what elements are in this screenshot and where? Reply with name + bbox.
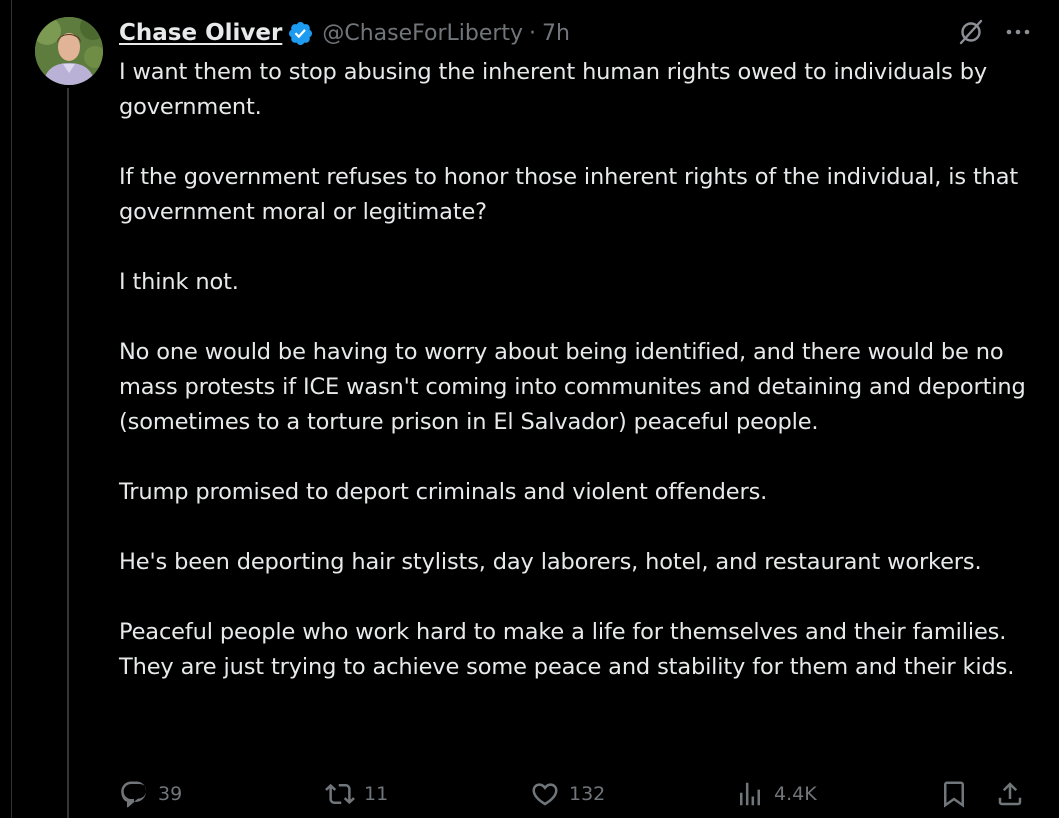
tweet-paragraph: I want them to stop abusing the inherent… — [119, 59, 995, 120]
repost-icon — [325, 779, 355, 809]
like-icon — [530, 779, 560, 809]
views-icon — [735, 779, 765, 809]
author-name[interactable]: Chase Oliver — [119, 20, 282, 46]
views-button[interactable]: 4.4K — [735, 776, 817, 812]
repost-button[interactable]: 11 — [325, 776, 388, 812]
bookmark-icon — [939, 779, 969, 809]
bookmark-button[interactable] — [939, 776, 969, 812]
like-button[interactable]: 132 — [530, 776, 605, 812]
timeline-border — [11, 0, 12, 818]
tweet-paragraph: No one would be having to worry about be… — [119, 339, 1033, 435]
tweet-paragraph: I think not. — [119, 269, 239, 295]
verified-badge-icon[interactable] — [287, 20, 314, 47]
reply-icon — [119, 779, 149, 809]
more-icon[interactable] — [1005, 28, 1031, 36]
avatar[interactable] — [35, 17, 103, 85]
tweet-paragraph: If the government refuses to honor those… — [119, 164, 1026, 225]
like-count: 132 — [569, 783, 606, 805]
share-icon — [995, 779, 1025, 809]
tweet-text: I want them to stop abusing the inherent… — [119, 55, 1039, 685]
separator-dot: · — [529, 20, 537, 46]
reply-button[interactable]: 39 — [119, 776, 182, 812]
timestamp[interactable]: 7h — [542, 21, 570, 46]
tweet-actions: 39 11 132 4.4K — [119, 776, 1031, 812]
share-button[interactable] — [995, 776, 1025, 812]
grok-icon[interactable] — [957, 18, 985, 46]
views-count: 4.4K — [774, 783, 817, 805]
tweet-paragraph: Peaceful people who work hard to make a … — [119, 619, 1015, 680]
avatar-photo — [35, 17, 103, 85]
reply-count: 39 — [158, 783, 183, 805]
thread-connector-line — [67, 88, 69, 818]
repost-count: 11 — [364, 783, 389, 805]
tweet-top-actions — [957, 18, 1031, 46]
tweet-paragraph: Trump promised to deport criminals and v… — [119, 479, 768, 505]
tweet-paragraph: He's been deporting hair stylists, day l… — [119, 549, 982, 575]
author-handle[interactable]: @ChaseForLiberty — [322, 21, 523, 46]
tweet-header: Chase Oliver @ChaseForLiberty · 7h — [119, 16, 570, 50]
